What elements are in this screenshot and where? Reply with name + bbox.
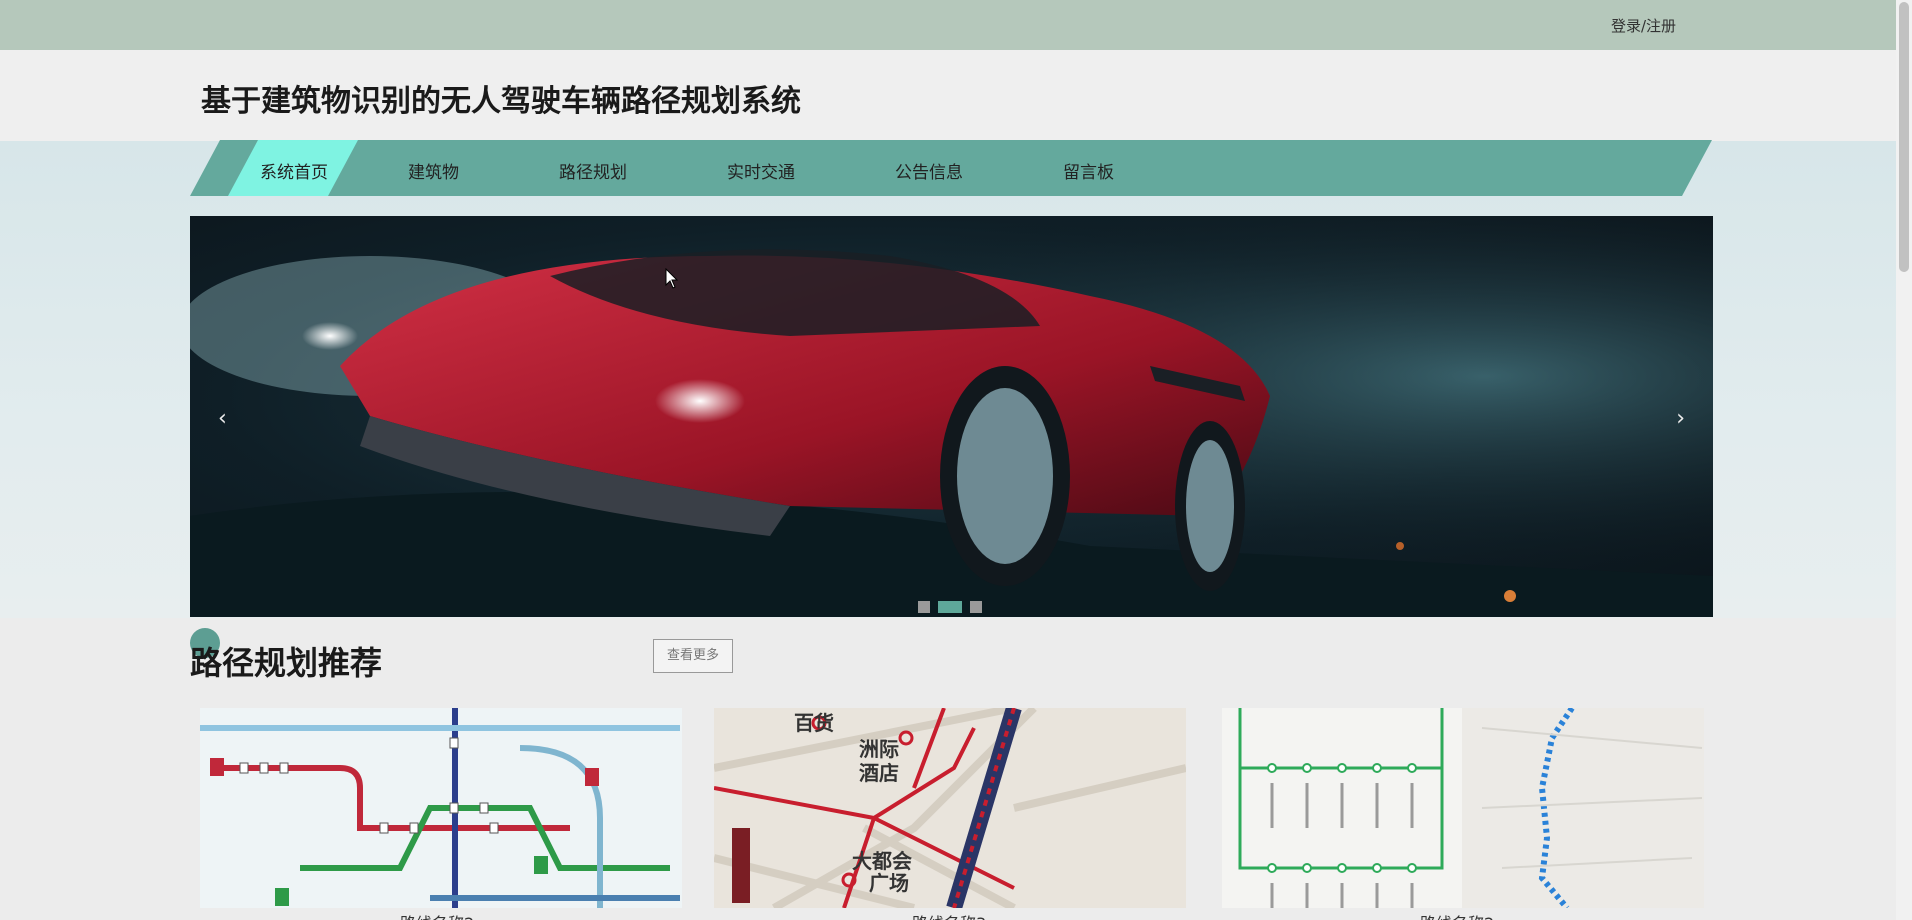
login-register-link[interactable]: 登录/注册 xyxy=(1611,15,1676,36)
svg-text:大都会: 大都会 xyxy=(852,849,912,873)
nav-item-announcements[interactable]: 公告信息 xyxy=(895,158,963,183)
nav-item-realtime-traffic[interactable]: 实时交通 xyxy=(727,158,795,183)
nav-item-home[interactable]: 系统首页 xyxy=(260,158,328,183)
scrollbar-thumb[interactable] xyxy=(1899,2,1909,272)
banner-indicators xyxy=(918,601,982,613)
route-card-1[interactable] xyxy=(200,708,682,908)
route-card-3[interactable] xyxy=(1222,708,1704,908)
banner-indicator-2[interactable] xyxy=(938,601,962,613)
nav-item-route-planning[interactable]: 路径规划 xyxy=(559,158,627,183)
nav-item-message-board[interactable]: 留言板 xyxy=(1063,158,1114,183)
site-title: 基于建筑物识别的无人驾驶车辆路径规划系统 xyxy=(201,84,801,119)
view-more-button[interactable]: 查看更多 xyxy=(653,639,733,673)
svg-text:酒店: 酒店 xyxy=(859,761,899,785)
route-card-3-caption[interactable]: 路线名称2 xyxy=(1420,910,1494,920)
svg-text:百货: 百货 xyxy=(794,711,834,735)
svg-text:广场: 广场 xyxy=(869,871,909,895)
top-bar: 登录/注册 xyxy=(0,0,1896,50)
mouse-cursor-icon xyxy=(665,268,679,289)
nav-item-buildings[interactable]: 建筑物 xyxy=(408,158,459,183)
banner-carousel[interactable]: ‹ › xyxy=(190,216,1713,617)
svg-text:洲际: 洲际 xyxy=(859,737,899,761)
route-map-image: 百货 洲际 酒店 大都会 广场 xyxy=(714,708,1186,908)
vertical-scrollbar[interactable] xyxy=(1896,0,1912,920)
banner-next-arrow[interactable]: › xyxy=(1676,406,1685,431)
banner-prev-arrow[interactable]: ‹ xyxy=(218,406,227,431)
route-card-1-caption[interactable]: 路线名称2 xyxy=(400,910,474,920)
banner-car-image xyxy=(190,216,1713,617)
banner-indicator-3[interactable] xyxy=(970,601,982,613)
route-card-2-caption[interactable]: 路线名称3 xyxy=(912,910,986,920)
route-map-image xyxy=(1222,708,1704,908)
site-header: 基于建筑物识别的无人驾驶车辆路径规划系统 xyxy=(0,50,1896,141)
route-card-2[interactable]: 百货 洲际 酒店 大都会 广场 xyxy=(714,708,1186,908)
banner-indicator-1[interactable] xyxy=(918,601,930,613)
section-title: 路径规划推荐 xyxy=(190,644,383,682)
route-map-image xyxy=(200,708,682,908)
